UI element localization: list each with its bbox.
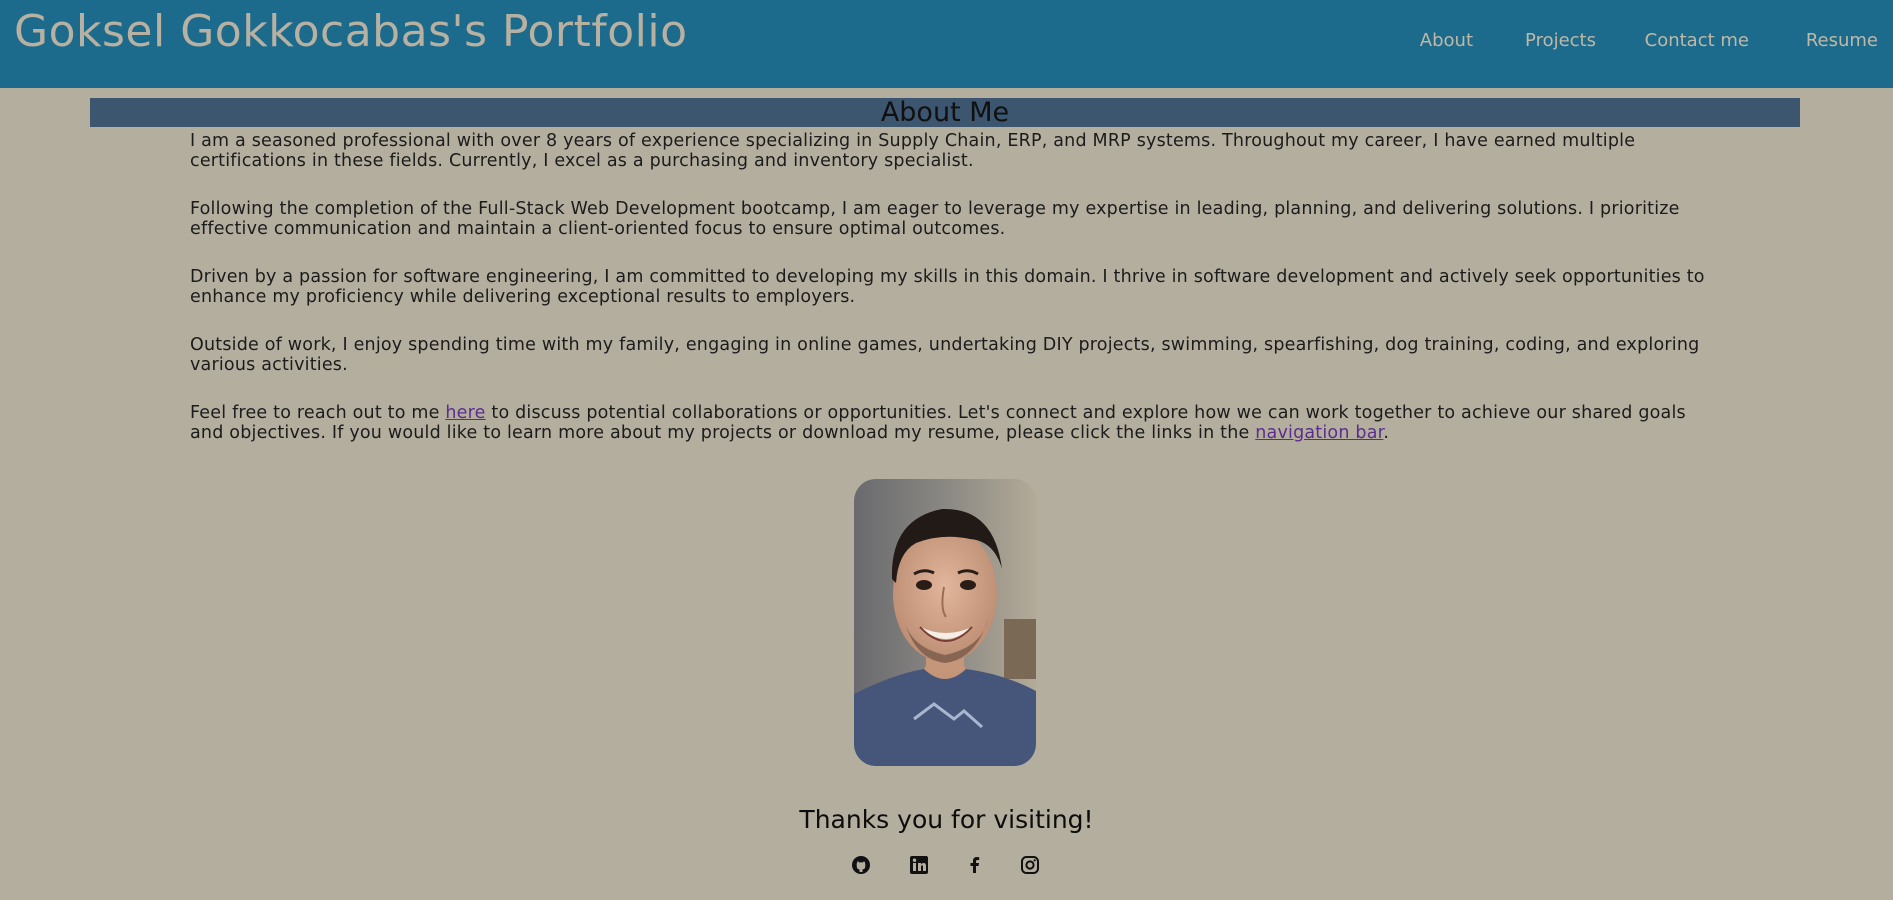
contact-here-link[interactable]: here <box>445 403 485 423</box>
about-paragraph-bootcamp: Following the completion of the Full-Sta… <box>190 199 1680 239</box>
nav-link-resume[interactable]: Resume <box>1806 30 1878 51</box>
social-links <box>0 855 1893 877</box>
about-heading: About Me <box>880 97 1010 128</box>
contact-text-start: Feel free to reach out to me <box>190 403 446 423</box>
profile-photo <box>854 479 1036 766</box>
about-paragraph-passion: Driven by a passion for software enginee… <box>190 267 1705 307</box>
navigation-bar-link[interactable]: navigation bar <box>1255 423 1383 443</box>
nav-link-projects[interactable]: Projects <box>1525 30 1596 51</box>
site-header: Goksel Gokkocabas's Portfolio About Proj… <box>0 0 1893 88</box>
about-paragraph-contact: Feel free to reach out to me here to dis… <box>190 403 1710 443</box>
thanks-message: Thanks you for visiting! <box>799 805 1094 834</box>
about-paragraph-hobbies: Outside of work, I enjoy spending time w… <box>190 335 1700 375</box>
github-icon[interactable] <box>851 855 871 875</box>
linkedin-icon[interactable] <box>909 855 929 875</box>
site-title: Goksel Gokkocabas's Portfolio <box>14 6 688 57</box>
about-heading-bar: About Me <box>90 98 1800 127</box>
about-paragraph-experience: I am a seasoned professional with over 8… <box>190 131 1636 171</box>
contact-text-end: . <box>1383 423 1390 443</box>
nav-link-contact[interactable]: Contact me <box>1645 30 1749 51</box>
about-content: I am a seasoned professional with over 8… <box>190 131 1710 471</box>
instagram-icon[interactable] <box>1020 855 1040 875</box>
facebook-icon[interactable] <box>965 855 985 875</box>
nav-link-about[interactable]: About <box>1420 30 1473 51</box>
